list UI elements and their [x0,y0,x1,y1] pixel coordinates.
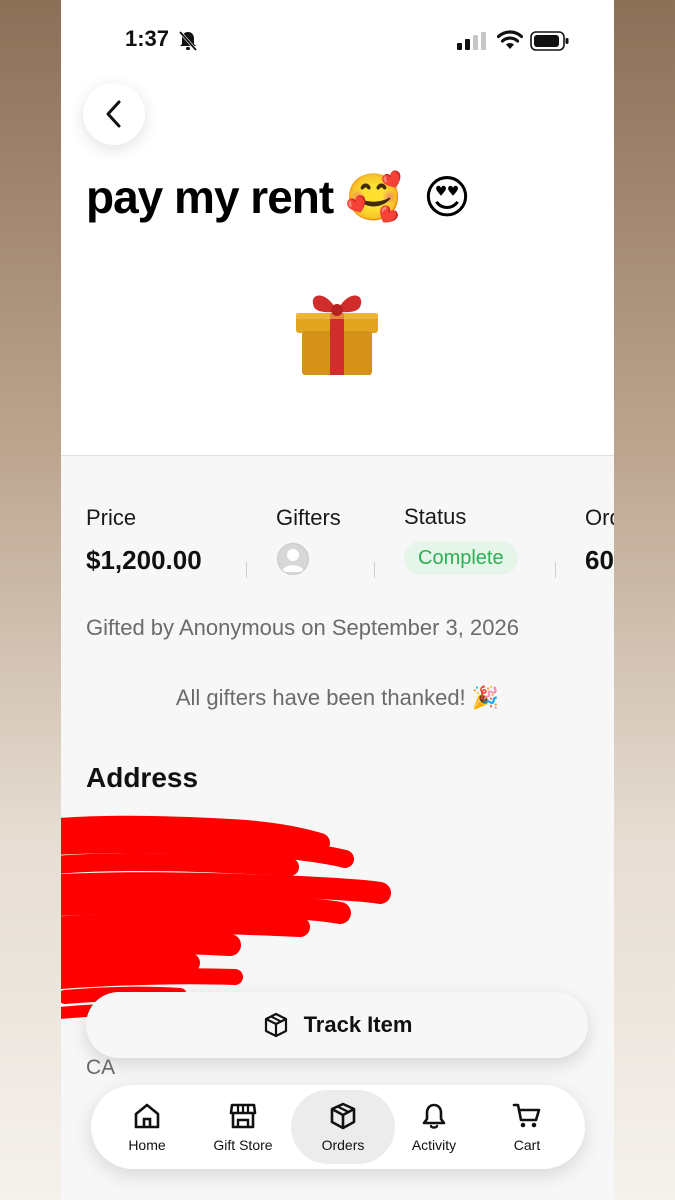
status-label: Status [404,504,467,529]
box-icon [330,1102,356,1130]
track-item-label: Track Item [303,1012,413,1037]
tab-cart[interactable]: Cart [479,1085,575,1169]
gifter-avatar[interactable] [277,543,309,575]
box-icon [264,1012,287,1038]
track-item-button[interactable]: Track Item [86,992,588,1058]
stat-divider [246,562,247,578]
store-icon [229,1103,257,1129]
address-state: CA [86,1056,116,1079]
stat-divider [374,562,375,578]
bell-icon [422,1103,446,1129]
status-time: 1:37 [125,26,170,51]
tab-activity[interactable]: Activity [386,1085,482,1169]
title-emojis: 🥰 😍 [345,171,476,223]
tab-gift-store-label: Gift Store [213,1137,273,1153]
tab-orders[interactable]: Orders [291,1090,395,1164]
cart-icon [512,1103,541,1128]
tab-cart-label: Cart [513,1137,541,1153]
status-badge: Complete [404,541,518,575]
gifters-stat: Gifters [276,505,341,531]
home-icon [134,1103,160,1129]
price-value: $1,200.00 [86,545,202,575]
address-title: Address [86,762,199,793]
page-title: pay my rent 🥰 😍 [86,170,475,225]
gift-box-icon [296,295,378,375]
tab-orders-label: Orders [321,1137,365,1153]
order-stat: Ord 60 [585,505,614,576]
chevron-left-icon [106,100,121,128]
tab-home-label: Home [128,1137,166,1153]
page-title-text: pay my rent [86,171,334,223]
signal-icon [457,32,486,50]
price-stat: Price $1,200.00 [86,505,202,576]
order-label: Ord [585,505,614,530]
gifters-label: Gifters [276,505,341,530]
tab-bar: Home Gift Store Orders Activity Cart [91,1085,585,1169]
gifted-by-text: Gifted by Anonymous on September 3, 2026 [86,615,519,640]
tab-activity-label: Activity [411,1137,457,1153]
battery-icon [530,31,569,51]
silent-bell-icon [178,31,198,51]
tab-home[interactable]: Home [99,1085,195,1169]
status-stat: Status [404,504,466,530]
back-button[interactable] [83,83,145,145]
order-value: 60 [585,545,614,575]
thanked-message: All gifters have been thanked! 🎉 [175,685,500,710]
person-icon [282,549,304,572]
price-label: Price [86,505,137,530]
tab-gift-store[interactable]: Gift Store [195,1085,291,1169]
header-area: 1:37 pay my rent 🥰 😍 [61,0,614,456]
stat-divider [555,562,556,578]
app-screen: 1:37 pay my rent 🥰 😍 Price $1,200.00 Gif… [61,0,614,1200]
wifi-icon [497,30,523,49]
